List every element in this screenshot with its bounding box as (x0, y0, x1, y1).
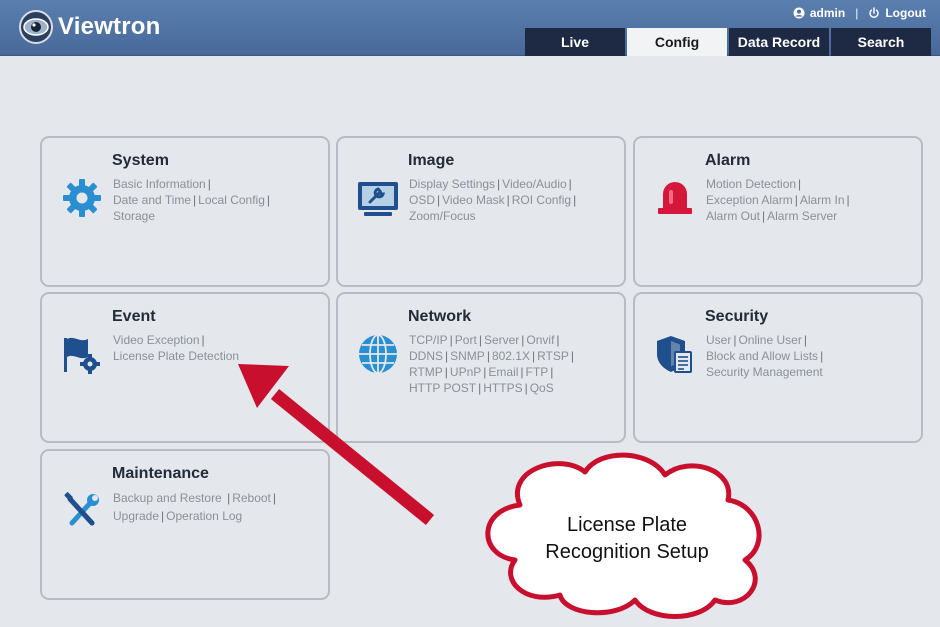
username: admin (809, 6, 846, 20)
card-system[interactable]: System Basic Information | Date and Time |… (40, 136, 330, 287)
link-onvif[interactable]: Onvif (526, 333, 554, 347)
card-title: Network (408, 308, 472, 325)
card-image[interactable]: Image Display Settings | Video/Audio | OSD |… (336, 136, 626, 287)
card-links: TCP/IP | Port | Server | Onvif | DDNS | SNMP | 802.… (409, 333, 575, 395)
card-links: Backup and Restore | Reboot | Upgrade | Oper… (113, 491, 277, 523)
link-display-settings[interactable]: Display Settings (409, 177, 495, 191)
link-osd[interactable]: OSD (409, 193, 435, 207)
link-operation-log[interactable]: Operation Log (166, 509, 242, 523)
callout-text: License Plate Recognition Setup (514, 512, 740, 566)
card-title: Image (408, 152, 455, 169)
card-title: Alarm (705, 152, 751, 169)
link-https[interactable]: HTTPS (483, 381, 522, 395)
gear-icon (63, 179, 101, 217)
link-security-management[interactable]: Security Management (706, 365, 823, 379)
brand-name: Viewtron (58, 13, 161, 40)
card-alarm[interactable]: Alarm Motion Detection | Exception Alarm |… (633, 136, 923, 287)
event-flag-gear-icon (64, 337, 100, 374)
top-header: Viewtron admin | Logout Live Config Data… (0, 0, 940, 56)
card-security[interactable]: Security User | Online User | Block and All… (633, 292, 923, 443)
link-license-plate-detection[interactable]: License Plate Detection (113, 349, 239, 363)
link-backup-and-restore[interactable]: Backup and Restore (113, 491, 222, 505)
link-qos[interactable]: QoS (530, 381, 554, 395)
link-date-and-time[interactable]: Date and Time (113, 193, 191, 207)
logout-label: Logout (885, 6, 926, 20)
link-ddns[interactable]: DDNS (409, 349, 443, 363)
globe-icon (359, 334, 397, 374)
link-motion-detection[interactable]: Motion Detection (706, 177, 796, 191)
link-video-exception[interactable]: Video Exception (113, 333, 200, 347)
link-storage[interactable]: Storage (113, 209, 155, 223)
card-links: Display Settings | Video/Audio | OSD | Video … (409, 177, 577, 223)
card-network[interactable]: Network TCP/IP | Port | Server | Onvif | DDNS | S… (336, 292, 626, 443)
link-alarm-out[interactable]: Alarm Out (706, 209, 760, 223)
link-roi-config[interactable]: ROI Config (512, 193, 571, 207)
link-alarm-server[interactable]: Alarm Server (767, 209, 837, 223)
tab-data-record[interactable]: Data Record (729, 28, 829, 56)
power-icon (869, 7, 880, 18)
link-zoom-focus[interactable]: Zoom/Focus (409, 209, 476, 223)
link-tcp-ip[interactable]: TCP/IP (409, 333, 448, 347)
link-exception-alarm[interactable]: Exception Alarm (706, 193, 793, 207)
user-menu[interactable]: admin (793, 6, 845, 20)
alarm-siren-icon (658, 182, 692, 214)
tab-config[interactable]: Config (627, 28, 727, 56)
link-rtmp[interactable]: RTMP (409, 365, 443, 379)
shield-document-icon (657, 336, 692, 373)
link-online-user[interactable]: Online User (738, 333, 801, 347)
monitor-wrench-icon (358, 182, 398, 216)
card-title: Maintenance (112, 465, 209, 482)
viewtron-eye-icon (19, 10, 53, 44)
link-port[interactable]: Port (455, 333, 477, 347)
link-upnp[interactable]: UPnP (450, 365, 481, 379)
link-block-and-allow-lists[interactable]: Block and Allow Lists (706, 349, 818, 363)
link-email[interactable]: Email (488, 365, 518, 379)
card-links: Motion Detection | Exception Alarm | Alarm … (706, 177, 850, 223)
card-title: System (112, 152, 169, 169)
link-upgrade[interactable]: Upgrade (113, 509, 159, 523)
card-title: Event (112, 308, 156, 325)
callout-line-2: Recognition Setup (545, 541, 709, 563)
link-user[interactable]: User (706, 333, 731, 347)
brand-logo[interactable]: Viewtron (18, 8, 161, 46)
link-local-config[interactable]: Local Config (198, 193, 265, 207)
card-links: Video Exception | License Plate Detection (113, 333, 240, 363)
link-server[interactable]: Server (484, 333, 519, 347)
main-tabs: Live Config Data Record Search (525, 28, 931, 56)
card-links: User | Online User | Block and Allow Lists |… (706, 333, 824, 379)
link-basic-information[interactable]: Basic Information (113, 177, 206, 191)
callout-line-1: License Plate (566, 514, 688, 536)
link-alarm-in[interactable]: Alarm In (800, 193, 845, 207)
card-event[interactable]: Event Video Exception | License Plate Det… (40, 292, 330, 443)
tools-icon (64, 492, 99, 526)
link-ftp[interactable]: FTP (526, 365, 549, 379)
link-snmp[interactable]: SNMP (450, 349, 485, 363)
tab-live[interactable]: Live (525, 28, 625, 56)
card-maintenance[interactable]: Maintenance Backup and Restore | Reboot | … (40, 449, 330, 600)
logout-button[interactable]: Logout (868, 6, 926, 20)
link-8021x[interactable]: 802.1X (492, 349, 530, 363)
link-rtsp[interactable]: RTSP (537, 349, 569, 363)
user-bar: admin | Logout (793, 6, 926, 20)
link-video-mask[interactable]: Video Mask (442, 193, 504, 207)
link-reboot[interactable]: Reboot (232, 491, 271, 505)
card-links: Basic Information | Date and Time | Local C… (113, 177, 271, 223)
link-video-audio[interactable]: Video/Audio (502, 177, 567, 191)
card-title: Security (705, 308, 769, 325)
tab-search[interactable]: Search (831, 28, 931, 56)
link-http-post[interactable]: HTTP POST (409, 381, 476, 395)
userbar-separator: | (855, 6, 859, 20)
user-icon (793, 7, 805, 19)
